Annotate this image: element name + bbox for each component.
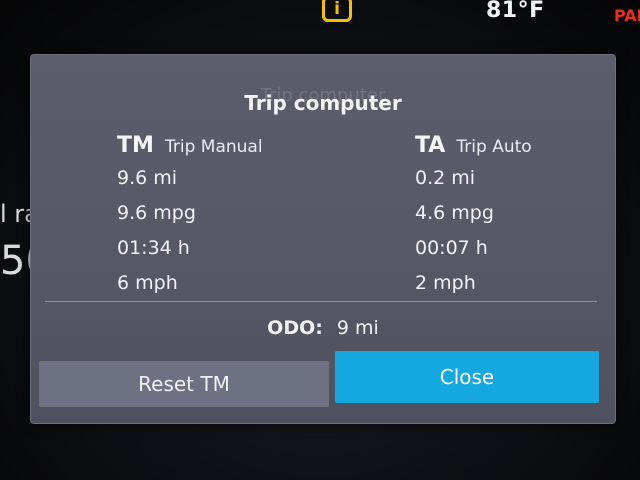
trip-manual-speed: 6 mph — [117, 272, 178, 294]
close-button[interactable]: Close — [335, 351, 599, 403]
trip-auto-time: 00:07 h — [415, 237, 488, 259]
trip-manual-time: 01:34 h — [117, 237, 190, 259]
reset-tm-button[interactable]: Reset TM — [39, 361, 329, 407]
trip-computer-dialog: Trip computer Trip computer TM Trip Manu… — [30, 54, 616, 424]
park-indicator: PAR — [614, 6, 640, 25]
trip-manual-consumption: 9.6 mpg — [117, 202, 196, 224]
trip-auto-speed: 2 mph — [415, 272, 476, 294]
trip-auto-name: Trip Auto — [456, 137, 532, 157]
odometer-label: ODO: — [267, 317, 323, 339]
trip-manual-column: TM Trip Manual 9.6 mi 9.6 mpg 01:34 h 6 … — [117, 133, 317, 301]
trip-auto-column: TA Trip Auto 0.2 mi 4.6 mpg 00:07 h 2 mp… — [415, 133, 615, 301]
outside-temperature: 81°F — [486, 0, 545, 23]
status-bar: i 81°F PAR — [0, 0, 640, 36]
trip-auto-distance: 0.2 mi — [415, 167, 476, 189]
warning-glyph: i — [334, 0, 340, 19]
trip-manual-header: TM Trip Manual — [117, 133, 317, 161]
trip-auto-consumption: 4.6 mpg — [415, 202, 494, 224]
odometer-row: ODO: 9 mi — [31, 317, 615, 339]
trip-auto-header: TA Trip Auto — [415, 133, 615, 161]
info-warning-icon[interactable]: i — [322, 0, 352, 22]
trip-manual-distance: 9.6 mi — [117, 167, 178, 189]
trip-manual-name: Trip Manual — [165, 137, 263, 157]
trip-auto-abbr: TA — [415, 133, 446, 158]
dialog-title: Trip computer — [244, 91, 402, 115]
odometer-value: 9 mi — [336, 317, 379, 339]
divider — [45, 301, 597, 302]
trip-manual-abbr: TM — [117, 133, 154, 158]
